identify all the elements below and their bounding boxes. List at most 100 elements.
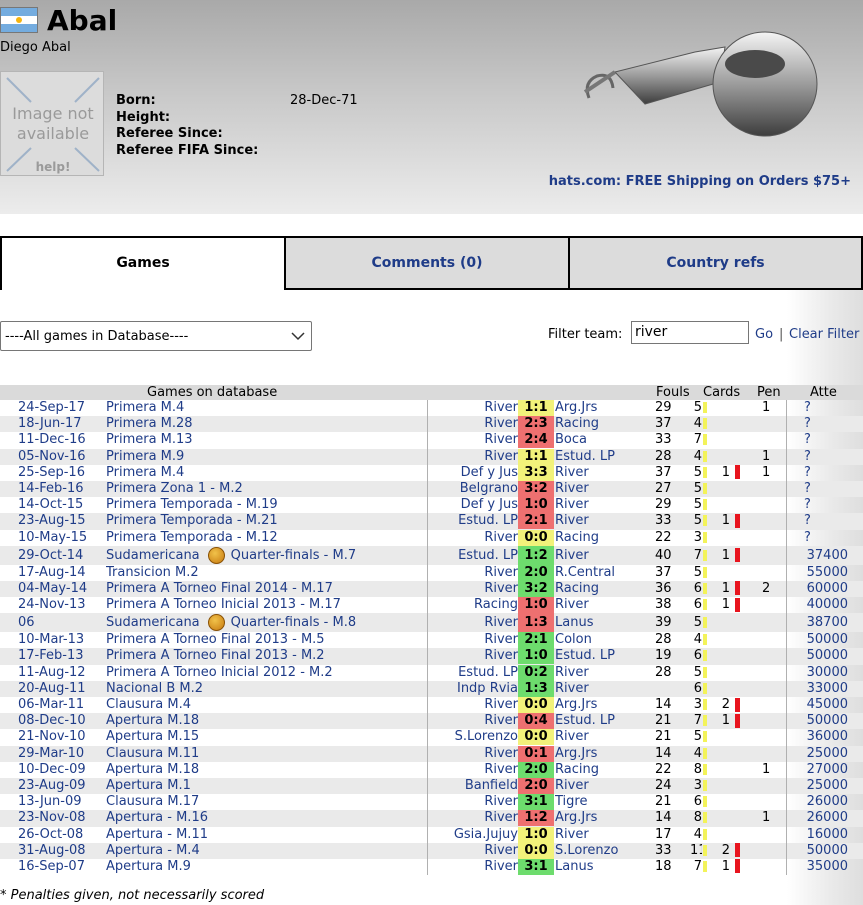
game-date-link[interactable]: 16-Sep-07 [0,859,85,874]
attendance-value[interactable]: 37400 [800,546,848,565]
home-team-link[interactable]: River [428,581,518,597]
game-date-link[interactable]: 14-Oct-15 [0,497,83,512]
attendance-value[interactable]: 45000 [800,697,848,713]
away-team-link[interactable]: River [555,778,650,794]
away-team-link[interactable]: Estud. LP [555,713,650,729]
attendance-value[interactable]: ? [804,465,852,481]
away-team-link[interactable]: Racing [555,416,650,432]
away-team-link[interactable]: Lanus [555,859,650,875]
competition-link[interactable]: Apertura M.18 [106,762,199,777]
competition-link[interactable]: Primera Zona 1 - M.2 [106,481,243,496]
game-date-link[interactable]: 06-Mar-11 [0,697,84,712]
attendance-value[interactable]: 26000 [800,810,848,826]
competition-link[interactable]: Clausura M.4 [106,697,191,712]
away-team-link[interactable]: Arg.Jrs [555,810,650,826]
home-team-link[interactable]: River [428,530,518,546]
competition-link[interactable]: Apertura M.18 [106,713,199,728]
home-team-link[interactable]: River [428,859,518,875]
score-link[interactable]: 1:0 [518,648,554,665]
game-date-link[interactable]: 10-Mar-13 [0,632,84,647]
away-team-link[interactable]: Estud. LP [555,648,650,664]
score-link[interactable]: 0:1 [518,745,554,762]
attendance-value[interactable]: ? [804,481,852,497]
attendance-value[interactable]: ? [804,416,852,432]
game-date-link[interactable]: 04-May-14 [0,581,87,596]
home-team-link[interactable]: Estud. LP [428,546,518,565]
away-team-link[interactable]: Arg.Jrs [555,697,650,713]
attendance-value[interactable]: 50000 [800,843,848,859]
attendance-value[interactable]: ? [804,400,852,416]
score-link[interactable]: 2:0 [518,777,554,794]
away-team-link[interactable]: River [555,827,650,843]
attendance-value[interactable]: ? [804,530,852,546]
games-scope-select[interactable]: ----All games in Database---- [0,321,312,351]
game-date-link[interactable]: 10-May-15 [0,530,87,545]
game-date-link[interactable]: 29-Oct-14 [0,548,83,563]
home-team-link[interactable]: River [428,648,518,664]
attendance-value[interactable]: ? [804,513,852,529]
score-link[interactable]: 2:0 [518,564,554,581]
competition-link[interactable]: Apertura M.15 [106,729,199,744]
away-team-link[interactable]: Lanus [555,613,650,632]
competition-link[interactable]: Primera Temporada - M.21 [106,513,278,528]
away-team-link[interactable]: Boca [555,432,650,448]
competition-link[interactable]: Clausura M.17 [106,794,199,809]
home-team-link[interactable]: River [428,843,518,859]
game-date-link[interactable]: 29-Mar-10 [0,746,84,761]
away-team-link[interactable]: River [555,597,650,613]
game-date-link[interactable]: 17-Aug-14 [0,565,86,580]
home-team-link[interactable]: Racing [428,597,518,613]
competition-link[interactable]: Primera M.4 [106,465,184,480]
score-link[interactable]: 3:1 [518,858,554,875]
attendance-value[interactable]: 36000 [800,729,848,745]
score-link[interactable]: 1:1 [518,400,554,416]
home-team-link[interactable]: River [428,432,518,448]
score-link[interactable]: 0:0 [518,697,554,713]
attendance-value[interactable]: 16000 [800,827,848,843]
competition-link[interactable]: Primera A Torneo Final 2014 - M.17 [106,581,333,596]
away-team-link[interactable]: River [555,546,650,565]
home-team-link[interactable]: River [428,762,518,778]
away-team-link[interactable]: River [555,729,650,745]
competition-link[interactable]: Primera Temporada - M.12 [106,530,278,545]
score-link[interactable]: 0:0 [518,842,554,859]
score-link[interactable]: 3:2 [518,480,554,497]
score-link[interactable]: 0:0 [518,529,554,546]
score-link[interactable]: 2:0 [518,761,554,778]
game-date-link[interactable]: 14-Feb-16 [0,481,83,496]
score-link[interactable]: 1:2 [518,545,554,565]
competition-link[interactable]: Sudamericana [106,615,200,630]
game-date-link[interactable]: 11-Dec-16 [0,432,86,447]
competition-link[interactable]: Primera M.9 [106,449,184,464]
competition-link[interactable]: Apertura - M.16 [106,810,208,825]
clear-filter-link[interactable]: Clear Filter [789,327,859,342]
attendance-value[interactable]: 26000 [800,794,848,810]
game-date-link[interactable]: 21-Nov-10 [0,729,86,744]
game-date-link[interactable]: 06 [0,615,35,630]
home-team-link[interactable]: River [428,449,518,465]
away-team-link[interactable]: River [555,665,650,681]
game-date-link[interactable]: 31-Aug-08 [0,843,86,858]
score-link[interactable]: 1:3 [518,613,554,633]
away-team-link[interactable]: Colon [555,632,650,648]
attendance-value[interactable]: 25000 [800,778,848,794]
attendance-value[interactable]: 35000 [800,859,848,875]
referee-photo-placeholder[interactable]: Image not available help! [0,71,104,176]
home-team-link[interactable]: Def y Jus [428,465,518,481]
tab-comments[interactable]: Comments (0) [284,236,570,290]
competition-link[interactable]: Primera A Torneo Inicial 2013 - M.17 [106,597,341,612]
filter-team-input[interactable]: river [631,321,749,344]
home-team-link[interactable]: River [428,713,518,729]
game-date-link[interactable]: 17-Feb-13 [0,648,83,663]
game-date-link[interactable]: 18-Jun-17 [0,416,82,431]
competition-link[interactable]: Transicion M.2 [106,565,199,580]
attendance-value[interactable]: 60000 [800,581,848,597]
away-team-link[interactable]: S.Lorenzo [555,843,650,859]
attendance-value[interactable]: 30000 [800,665,848,681]
attendance-value[interactable]: 33000 [800,681,848,697]
away-team-link[interactable]: Racing [555,530,650,546]
home-team-link[interactable]: River [428,810,518,826]
game-date-link[interactable]: 23-Nov-08 [0,810,86,825]
game-date-link[interactable]: 26-Oct-08 [0,827,83,842]
score-link[interactable]: 1:0 [518,826,554,843]
